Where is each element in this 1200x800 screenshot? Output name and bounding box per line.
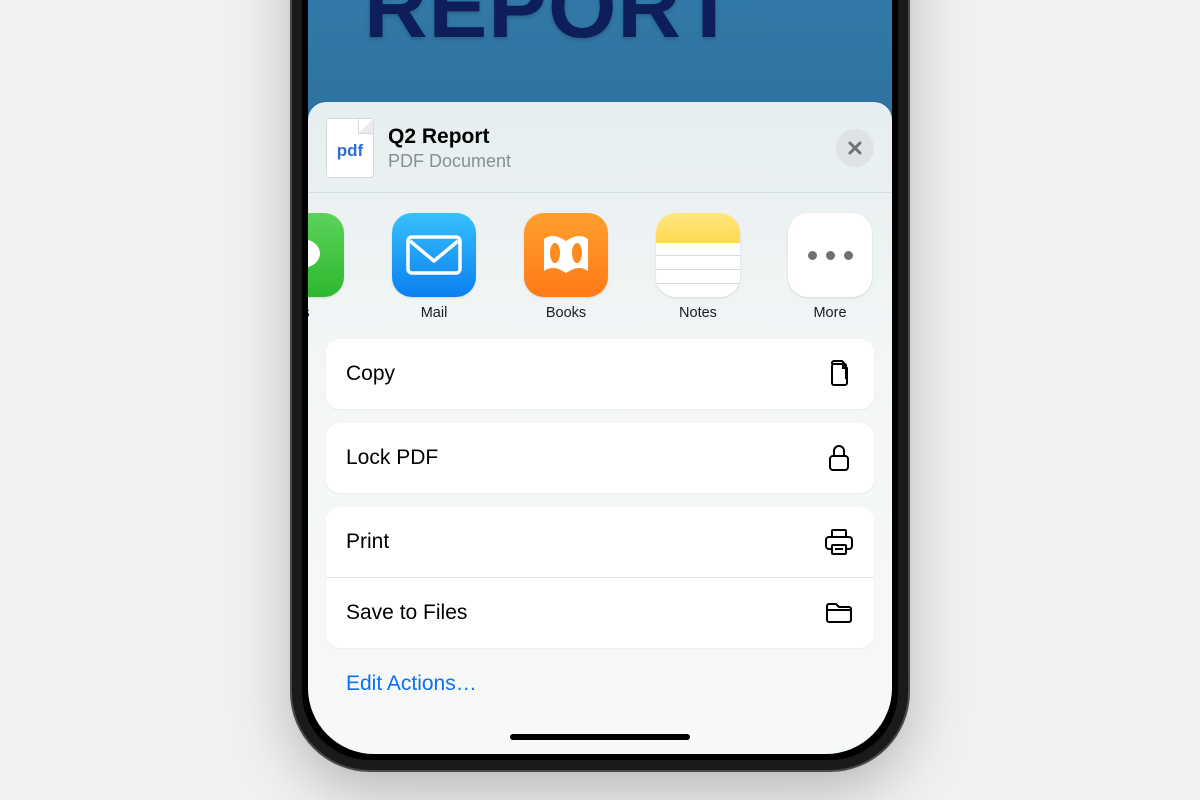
action-print[interactable]: Print [326, 507, 874, 577]
file-meta: Q2 Report PDF Document [388, 125, 836, 172]
home-indicator[interactable] [510, 734, 690, 740]
share-app-more[interactable]: More [788, 213, 872, 321]
share-sheet: pdf Q2 Report PDF Document [308, 102, 892, 754]
share-app-mail[interactable]: Mail [392, 213, 476, 321]
action-group: Print Save to Files [326, 507, 874, 648]
file-thumb-label: pdf [337, 141, 363, 161]
file-thumbnail: pdf [326, 118, 374, 178]
action-lock-pdf[interactable]: Lock PDF [326, 423, 874, 493]
share-app-messages[interactable]: es [308, 213, 344, 321]
action-group: Copy [326, 339, 874, 409]
share-app-label: More [813, 305, 846, 321]
action-save-to-files[interactable]: Save to Files [326, 578, 874, 648]
share-actions: Copy Lock PDF [308, 339, 892, 754]
share-app-label: Mail [421, 305, 448, 321]
file-name: Q2 Report [388, 125, 836, 149]
action-label: Copy [346, 362, 395, 386]
share-app-label: Notes [679, 305, 717, 321]
copy-icon [824, 359, 854, 389]
action-group: Lock PDF [326, 423, 874, 493]
folder-icon [824, 598, 854, 628]
action-label: Print [346, 530, 389, 554]
action-label: Save to Files [346, 601, 467, 625]
file-kind: PDF Document [388, 151, 836, 172]
share-app-books[interactable]: Books [524, 213, 608, 321]
device-frame: REPORT pdf Q2 Report PDF Document [292, 0, 908, 770]
action-label: Lock PDF [346, 446, 438, 470]
edit-actions-link[interactable]: Edit Actions… [326, 662, 874, 696]
share-app-label: es [308, 305, 310, 321]
messages-icon [308, 213, 344, 297]
share-sheet-header: pdf Q2 Report PDF Document [308, 102, 892, 193]
more-icon [788, 213, 872, 297]
share-app-notes[interactable]: Notes [656, 213, 740, 321]
notes-icon [656, 213, 740, 297]
close-icon [846, 139, 864, 157]
share-app-label: Books [546, 305, 586, 321]
lock-icon [824, 443, 854, 473]
mail-icon [392, 213, 476, 297]
document-title: REPORT [364, 0, 737, 58]
action-copy[interactable]: Copy [326, 339, 874, 409]
printer-icon [824, 527, 854, 557]
share-apps-row[interactable]: es Mail [308, 193, 892, 333]
device-screen: REPORT pdf Q2 Report PDF Document [308, 0, 892, 754]
close-button[interactable] [836, 129, 874, 167]
books-icon [524, 213, 608, 297]
